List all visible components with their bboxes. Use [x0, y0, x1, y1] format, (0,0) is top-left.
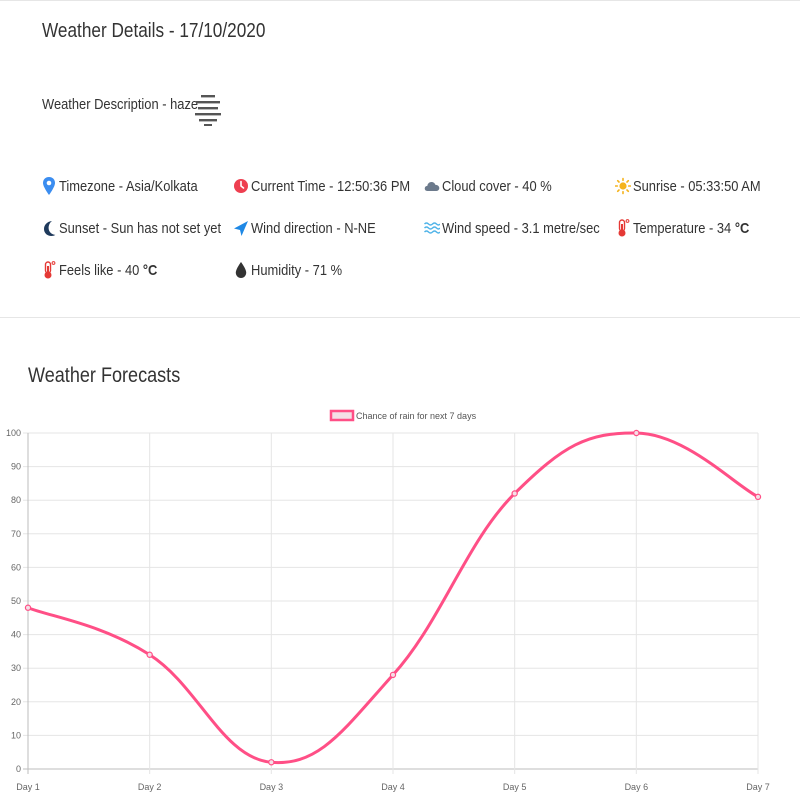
y-tick-label: 30: [11, 663, 21, 673]
data-point: [24, 604, 32, 611]
y-tick-label: 60: [11, 562, 21, 572]
info-item-feels-like: Feels like - 40 °C: [41, 259, 173, 281]
wind-direction-text: Wind direction - N-NE: [251, 219, 376, 237]
map-pin-icon: [43, 177, 55, 195]
info-item-sunrise: Sunrise - 05:33:50 AM: [615, 175, 781, 197]
x-tick-label: Day 7: [746, 782, 770, 792]
info-item-current-time: Current Time - 12:50:36 PM: [233, 175, 436, 197]
info-item-timezone: Timezone - Asia/Kolkata: [41, 175, 220, 197]
data-point: [511, 490, 518, 497]
info-item-sunset: Sunset - Sun has not set yet: [41, 217, 247, 239]
info-item-wind-speed: Wind speed - 3.1 metre/sec: [424, 217, 625, 239]
x-axis-ticks: Day 1 Day 2 Day 3 Day 4 Day 5 Day 6 Day 7: [16, 782, 770, 792]
section-divider: [0, 317, 800, 318]
feels-like-value: Feels like - 40: [59, 261, 143, 279]
page-title: Weather Details - 17/10/2020: [42, 20, 266, 42]
x-tick-label: Day 1: [16, 782, 40, 792]
y-tick-label: 20: [11, 697, 21, 707]
data-point: [633, 429, 640, 437]
navigation-arrow-icon: [234, 221, 248, 236]
haze-icon: [195, 95, 221, 126]
x-tick-label: Day 3: [260, 782, 284, 792]
data-point: [146, 651, 153, 658]
waves-icon: [424, 222, 440, 234]
y-tick-label: 50: [11, 596, 21, 606]
y-tick-label: 0: [16, 764, 21, 774]
y-gridlines: [23, 432, 758, 770]
y-tick-label: 10: [11, 730, 21, 740]
y-tick-label: 90: [11, 462, 21, 472]
humidity-text: Humidity - 71 %: [251, 261, 343, 279]
legend-swatch: [329, 409, 355, 422]
info-item-temperature: Temperature - 34 °C: [615, 217, 768, 239]
rain-chance-chart: Chance of rain for next 7 days 0 10 20 30 40…: [6, 409, 770, 792]
y-axis-ticks: 0 10 20 30 40 50 60 70 80 90 100: [6, 428, 21, 774]
x-gridlines: [27, 433, 759, 774]
legend-label: Chance of rain for next 7 days: [356, 411, 477, 421]
y-tick-label: 70: [11, 529, 21, 539]
moon-icon: [44, 221, 56, 236]
data-point: [754, 493, 762, 501]
x-tick-label: Day 6: [625, 782, 649, 792]
cloud-icon: [424, 182, 440, 191]
y-tick-label: 100: [6, 428, 21, 438]
info-item-wind-direction: Wind direction - N-NE: [233, 217, 396, 239]
temperature-text: Temperature - 34 °C: [633, 220, 749, 237]
forecast-title: Weather Forecasts: [28, 364, 181, 387]
info-item-cloud-cover: Cloud cover - 40 %: [424, 175, 570, 197]
sun-icon: [615, 177, 631, 195]
thermometer-icon: [618, 219, 630, 237]
x-tick-label: Day 5: [503, 782, 527, 792]
weather-details-card: Weather Details - 17/10/2020 Weather Des…: [0, 0, 800, 317]
x-tick-label: Day 4: [381, 782, 405, 792]
wind-speed-text: Wind speed - 3.1 metre/sec: [442, 219, 600, 237]
clock-icon: [234, 179, 248, 193]
droplet-icon: [235, 262, 247, 278]
data-point: [389, 671, 397, 679]
y-tick-label: 80: [11, 495, 21, 505]
sunrise-text: Sunrise - 05:33:50 AM: [633, 177, 761, 195]
weather-description-label: Weather Description - haze: [42, 96, 199, 113]
feels-like-text: Feels like - 40 °C: [59, 262, 157, 279]
temperature-unit: °C: [734, 219, 750, 237]
temperature-value: Temperature - 34: [633, 219, 735, 237]
feels-like-unit: °C: [142, 261, 158, 279]
data-point: [268, 759, 275, 766]
cloud-cover-text: Cloud cover - 40 %: [442, 177, 552, 195]
chart-legend[interactable]: Chance of rain for next 7 days: [329, 409, 477, 422]
timezone-text: Timezone - Asia/Kolkata: [59, 177, 198, 195]
y-tick-label: 40: [11, 630, 21, 640]
info-item-humidity: Humidity - 71 %: [233, 259, 357, 281]
x-tick-label: Day 2: [138, 782, 162, 792]
thermometer-icon: [44, 261, 56, 279]
sunset-text: Sunset - Sun has not set yet: [59, 219, 222, 237]
current-time-text: Current Time - 12:50:36 PM: [251, 177, 411, 195]
